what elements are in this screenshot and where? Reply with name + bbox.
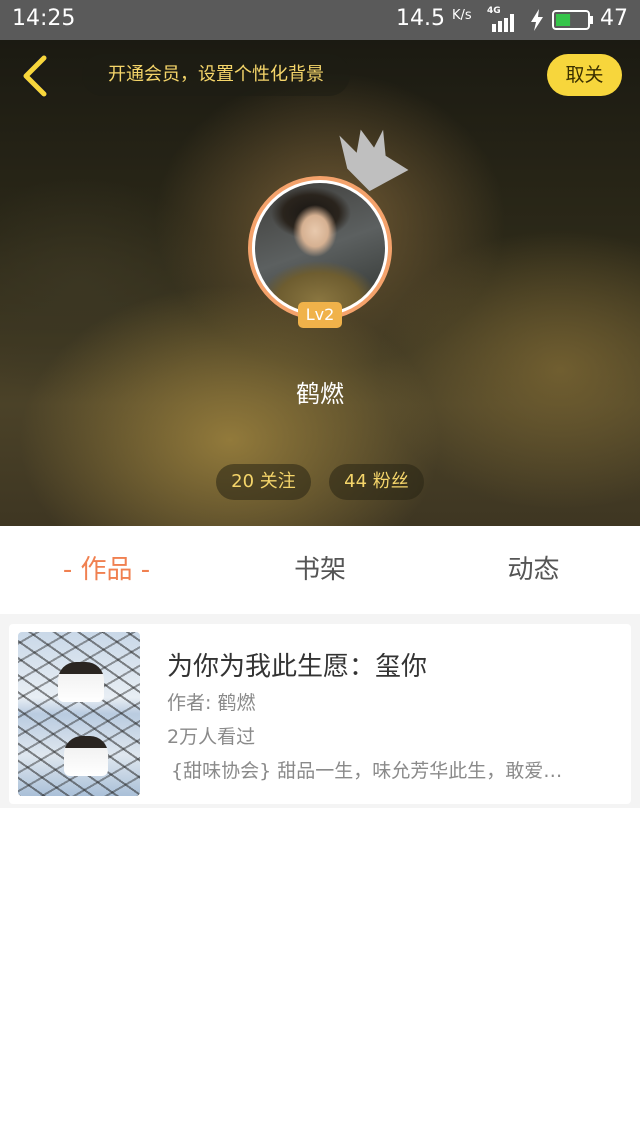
- avatar-image: [255, 183, 385, 313]
- profile-tabs: - 作品 - 书架 动态: [0, 526, 640, 614]
- status-time: 14:25: [12, 6, 76, 31]
- level-badge: Lv2: [298, 302, 342, 328]
- battery-icon: [552, 10, 593, 30]
- cover-figure: [64, 736, 108, 776]
- cover-figure: [58, 662, 104, 702]
- fans-count[interactable]: 44 粉丝: [329, 464, 424, 500]
- book-views: 2万人看过: [167, 726, 256, 748]
- tab-activity[interactable]: 动态: [427, 526, 640, 614]
- back-arrow-icon[interactable]: [14, 52, 54, 100]
- book-description: {甜味协会} 甜品一生，味允芳华此生，敢爱…: [171, 760, 563, 782]
- username: 鹤燃: [296, 380, 344, 408]
- vip-background-prompt[interactable]: 开通会员，设置个性化背景: [82, 54, 350, 96]
- unfollow-button[interactable]: 取关: [547, 54, 622, 96]
- network-speed-unit: K/s: [452, 8, 472, 23]
- signal-icon: [492, 14, 514, 32]
- network-speed: 14.5: [396, 6, 445, 31]
- tab-bookshelf[interactable]: 书架: [213, 526, 427, 614]
- tab-works[interactable]: - 作品 -: [0, 526, 213, 614]
- following-count[interactable]: 20 关注: [216, 464, 311, 500]
- battery-level: 47: [600, 6, 628, 31]
- status-bar: 14:25 14.5 K/s 4G 47: [0, 0, 640, 40]
- book-author: 作者: 鹤燃: [167, 692, 256, 714]
- avatar[interactable]: [248, 176, 392, 320]
- book-cover-image: [18, 632, 140, 796]
- book-title: 为你为我此生愿：玺你: [167, 652, 428, 682]
- book-card[interactable]: 为你为我此生愿：玺你 作者: 鹤燃 2万人看过 {甜味协会} 甜品一生，味允芳华…: [9, 624, 631, 804]
- bolt-icon: [531, 9, 543, 31]
